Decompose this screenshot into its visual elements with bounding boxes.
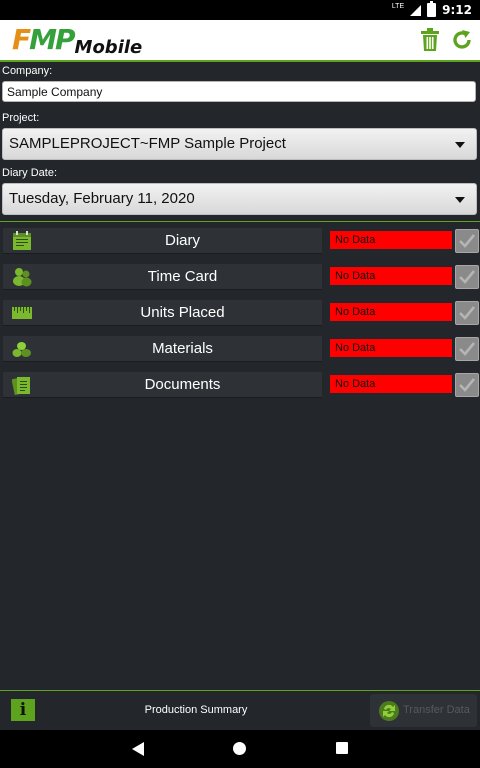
status-icons: LTE 9:12 <box>392 0 472 20</box>
units-placed-label: Units Placed <box>140 304 225 321</box>
transfer-data-label: Transfer Data <box>403 704 470 716</box>
delete-button[interactable] <box>420 28 440 52</box>
checkmark-icon <box>459 342 476 356</box>
logo-mp: MP <box>29 23 75 56</box>
ruler-icon <box>12 307 32 319</box>
battery-icon <box>427 1 437 17</box>
info-button[interactable]: i <box>11 699 35 721</box>
units-placed-checkbox[interactable] <box>455 301 479 325</box>
checkmark-icon <box>459 378 476 392</box>
section-divider <box>0 221 480 222</box>
home-icon[interactable] <box>233 742 246 755</box>
diary-icon <box>13 231 31 250</box>
time-card-label: Time Card <box>147 268 218 285</box>
project-select-value: SAMPLEPROJECT~FMP Sample Project <box>9 135 286 152</box>
status-badge: No Data <box>330 267 452 285</box>
chevron-down-icon <box>455 197 465 203</box>
app-logo: FMPMobile <box>12 23 143 58</box>
diary-checkbox[interactable] <box>455 229 479 253</box>
navigation-bar <box>0 730 480 768</box>
logo-f: F <box>12 23 31 56</box>
people-icon <box>13 268 32 287</box>
project-label: Project: <box>2 112 40 124</box>
checkmark-icon <box>459 234 476 248</box>
trash-icon <box>421 28 439 51</box>
documents-checkbox[interactable] <box>455 373 479 397</box>
documents-label: Documents <box>144 376 221 393</box>
status-bar: LTE 9:12 <box>0 0 480 20</box>
diary-date-label: Diary Date: <box>2 167 58 179</box>
logo-mobile: Mobile <box>74 37 143 58</box>
refresh-button[interactable] <box>451 28 473 52</box>
diary-date-select[interactable]: Tuesday, February 11, 2020 <box>2 183 477 215</box>
network-type: LTE <box>391 2 405 10</box>
bottom-bar: i Production Summary Transfer Data <box>0 691 480 730</box>
units-placed-button[interactable]: Units Placed <box>3 300 322 326</box>
row-units-placed: Units Placed No Data <box>3 300 480 326</box>
materials-button[interactable]: Materials <box>3 336 322 362</box>
materials-icon <box>12 342 31 357</box>
app-bar: FMPMobile <box>0 20 480 62</box>
status-badge: No Data <box>330 303 452 321</box>
company-label: Company: <box>2 65 53 77</box>
row-documents: Documents No Data <box>3 372 480 398</box>
production-summary-button[interactable]: Production Summary <box>42 699 350 721</box>
transfer-data-button[interactable]: Transfer Data <box>370 694 477 727</box>
recent-apps-icon[interactable] <box>336 742 348 754</box>
materials-checkbox[interactable] <box>455 337 479 361</box>
status-badge: No Data <box>330 375 452 393</box>
status-time: 9:12 <box>442 3 472 17</box>
diary-date-value: Tuesday, February 11, 2020 <box>9 190 195 207</box>
row-materials: Materials No Data <box>3 336 480 362</box>
transfer-icon <box>379 701 399 721</box>
diary-label: Diary <box>164 232 200 249</box>
row-time-card: Time Card No Data <box>3 264 480 290</box>
company-field[interactable]: Sample Company <box>2 81 476 102</box>
diary-button[interactable]: Diary <box>3 228 322 254</box>
time-card-checkbox[interactable] <box>455 265 479 289</box>
chevron-down-icon <box>455 142 465 148</box>
checkmark-icon <box>459 306 476 320</box>
documents-button[interactable]: Documents <box>3 372 322 398</box>
project-select[interactable]: SAMPLEPROJECT~FMP Sample Project <box>2 128 477 160</box>
time-card-button[interactable]: Time Card <box>3 264 322 290</box>
signal-icon <box>410 4 422 16</box>
documents-icon <box>12 376 30 395</box>
status-badge: No Data <box>330 231 452 249</box>
materials-label: Materials <box>152 340 213 357</box>
row-diary: Diary No Data <box>3 228 480 254</box>
back-icon[interactable] <box>132 742 144 756</box>
checkmark-icon <box>459 270 476 284</box>
refresh-icon <box>453 30 471 49</box>
logo-fmp: FMP <box>12 23 76 56</box>
status-badge: No Data <box>330 339 452 357</box>
